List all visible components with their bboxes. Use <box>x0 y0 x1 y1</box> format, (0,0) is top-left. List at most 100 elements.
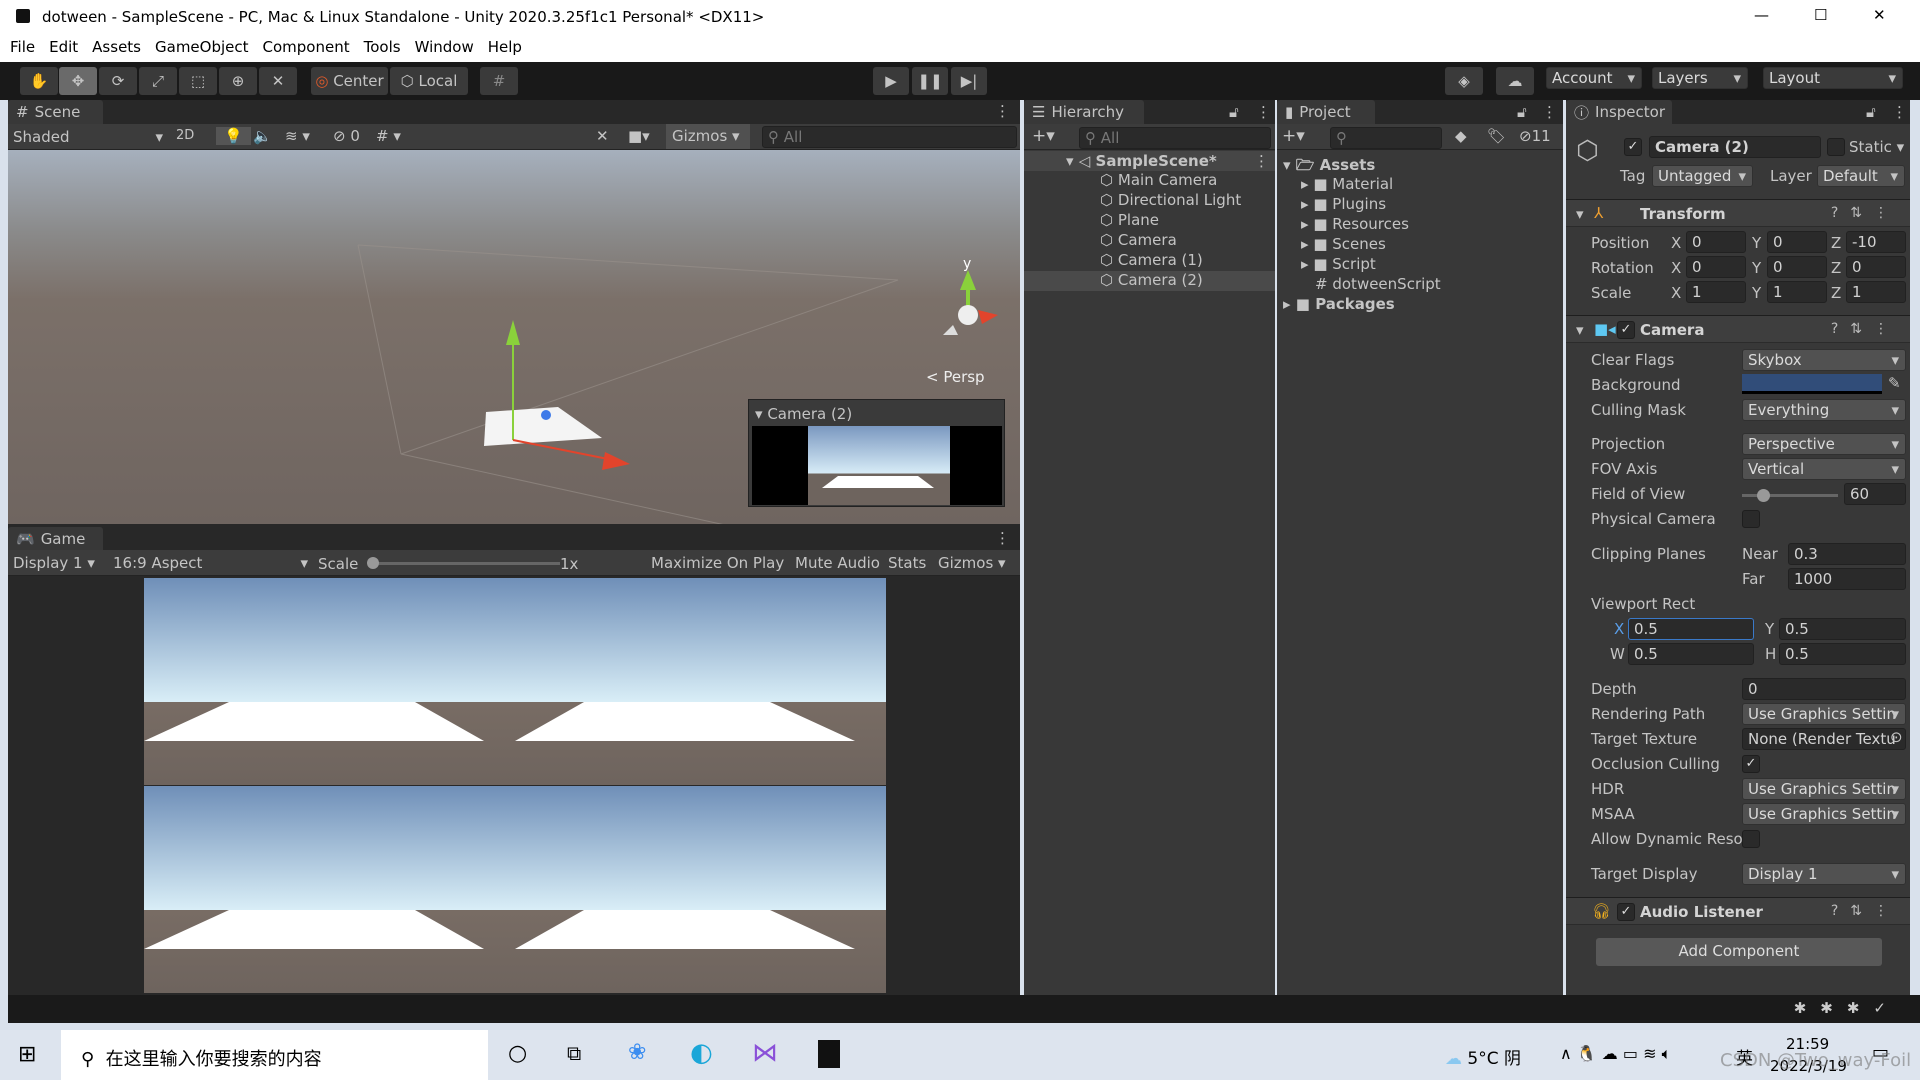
tree-item-assets[interactable]: ▾ 🗁︎ Assets <box>1277 155 1563 175</box>
unity-taskbar-icon[interactable] <box>818 1040 840 1068</box>
grid-snap-icon[interactable]: # <box>480 67 518 95</box>
create-button[interactable]: +▾ <box>1032 126 1055 146</box>
gameobject-cube-icon[interactable]: ⬡ <box>1576 136 1599 166</box>
debug-status-icons[interactable]: ✱✱✱✓ <box>1794 999 1900 1017</box>
component-help-settings-menu-icons[interactable]: ?⇅⋮ <box>1831 205 1900 221</box>
menu-help[interactable]: Help <box>488 38 522 56</box>
tag-dropdown[interactable]: Untagged <box>1652 165 1753 187</box>
menu-window[interactable]: Window <box>415 38 474 56</box>
cloud-icon[interactable]: ☁ <box>1496 67 1534 95</box>
lock-icon[interactable]: 🔓︎ <box>1517 103 1527 121</box>
list-item[interactable]: ⬡ Directional Light <box>1024 191 1275 211</box>
tab-inspector[interactable]: ⓘ Inspector <box>1566 100 1672 124</box>
camera-header[interactable]: ▾ ■◂ ✓ Camera ?⇅⋮ <box>1566 315 1910 343</box>
hidden-packages-icon[interactable]: ⊘11 <box>1519 127 1551 145</box>
filter-by-type-icon[interactable]: ◆ <box>1455 127 1467 145</box>
windows-start-icon[interactable]: ⊞ <box>18 1042 36 1067</box>
depth-input[interactable]: 0 <box>1742 678 1906 700</box>
move-tool-icon[interactable]: ✥ <box>59 67 97 95</box>
lighting-toggle-icon[interactable]: 💡 <box>216 127 251 145</box>
allow-dynamic-resolution-checkbox[interactable] <box>1742 830 1760 848</box>
fov-axis-dropdown[interactable]: Vertical <box>1742 458 1906 480</box>
rect-tool-icon[interactable]: ⬚ <box>179 67 217 95</box>
audio-toggle-icon[interactable]: 🔈 <box>253 127 272 145</box>
scene-menu-icon[interactable]: ⋮ <box>995 102 1010 120</box>
list-item-selected[interactable]: ⬡ Camera (2) <box>1024 271 1275 291</box>
play-button[interactable]: ▶ <box>873 67 909 95</box>
persp-label[interactable]: < Persp <box>926 368 985 386</box>
menu-component[interactable]: Component <box>263 38 350 56</box>
hierarchy-scene-row[interactable]: ▾ ◁ SampleScene* ⋮ <box>1024 151 1275 171</box>
2d-toggle[interactable]: 2D <box>176 128 194 143</box>
position-x-input[interactable]: 0 <box>1686 231 1746 253</box>
tab-hierarchy[interactable]: ☰ Hierarchy <box>1024 100 1144 124</box>
pause-button[interactable]: ❚❚ <box>912 67 948 95</box>
lock-icon[interactable]: 🔓︎ <box>1229 103 1239 121</box>
transform-tool-icon[interactable]: ⊕ <box>219 67 257 95</box>
task-view-icon[interactable]: ⧉ <box>567 1041 581 1065</box>
eyedropper-icon[interactable]: ✎ <box>1888 374 1901 392</box>
cortana-icon[interactable]: ○ <box>508 1041 527 1066</box>
baidu-netdisk-icon[interactable]: ❀ <box>628 1040 646 1065</box>
viewport-w-input[interactable]: 0.5 <box>1628 643 1754 665</box>
mute-audio-button[interactable]: Mute Audio <box>795 554 880 572</box>
menu-tools[interactable]: Tools <box>364 38 401 56</box>
scene-menu-icon[interactable]: ⋮ <box>1254 152 1269 170</box>
hidden-objects-icon[interactable]: ⊘ 0 <box>333 127 360 145</box>
position-z-input[interactable]: -10 <box>1846 231 1906 253</box>
tools-icon[interactable]: ✕ <box>596 127 609 145</box>
stats-button[interactable]: Stats <box>888 554 926 572</box>
layout-dropdown[interactable]: Layout <box>1763 67 1903 89</box>
tab-scene[interactable]: # Scene <box>8 100 103 124</box>
create-button[interactable]: +▾ <box>1282 126 1305 146</box>
object-name-input[interactable]: Camera (2) <box>1649 136 1821 158</box>
tree-item-folder[interactable]: ▸ ■ Scenes <box>1277 235 1563 255</box>
rotation-z-input[interactable]: 0 <box>1846 256 1906 278</box>
msaa-dropdown[interactable]: Use Graphics Settin <box>1742 803 1906 825</box>
orientation-gizmo[interactable] <box>943 270 998 335</box>
static-dropdown[interactable]: Static ▾ <box>1849 138 1904 156</box>
filter-by-label-icon[interactable]: 🏷︎ <box>1487 127 1506 145</box>
list-item[interactable]: ⬡ Main Camera <box>1024 171 1275 191</box>
aspect-dropdown[interactable]: 16:9 Aspect ▾ <box>113 554 308 572</box>
close-button[interactable]: ✕ <box>1873 6 1886 24</box>
z-axis-handle[interactable] <box>541 410 551 420</box>
rotation-x-input[interactable]: 0 <box>1686 256 1746 278</box>
camera-settings-icon[interactable]: ■▾ <box>628 127 650 145</box>
hand-tool-icon[interactable]: ✋ <box>20 67 58 95</box>
fov-input[interactable]: 60 <box>1844 483 1906 505</box>
clear-flags-dropdown[interactable]: Skybox <box>1742 349 1906 371</box>
list-item[interactable]: ⬡ Camera <box>1024 231 1275 251</box>
display-dropdown[interactable]: Display 1 ▾ <box>13 554 95 572</box>
object-picker-icon[interactable]: ⊙ <box>1890 728 1903 746</box>
component-help-settings-menu-icons[interactable]: ?⇅⋮ <box>1831 321 1900 337</box>
tree-item-packages[interactable]: ▸ ■ Packages <box>1277 295 1563 315</box>
tree-item-folder[interactable]: ▸ ■ Plugins <box>1277 195 1563 215</box>
static-checkbox[interactable] <box>1827 138 1845 156</box>
inspector-menu-icon[interactable]: ⋮ <box>1892 103 1907 121</box>
projection-dropdown[interactable]: Perspective <box>1742 433 1906 455</box>
gizmos-button[interactable]: Gizmos ▾ <box>938 554 1006 572</box>
scale-slider[interactable] <box>367 557 560 569</box>
layers-dropdown[interactable]: Layers <box>1652 67 1748 89</box>
edge-icon[interactable]: ◐ <box>690 1038 713 1068</box>
maximize-button[interactable]: ☐ <box>1814 6 1827 24</box>
menu-file[interactable]: File <box>10 38 35 56</box>
audio-listener-checkbox[interactable]: ✓ <box>1617 903 1635 921</box>
rotation-y-input[interactable]: 0 <box>1767 256 1827 278</box>
y-arrow[interactable] <box>506 320 520 345</box>
transform-header[interactable]: ▾ ⅄ Transform ?⇅⋮ <box>1566 199 1910 227</box>
tree-item-folder[interactable]: ▸ ■ Script <box>1277 255 1563 275</box>
list-item[interactable]: ⬡ Camera (1) <box>1024 251 1275 271</box>
background-color-swatch[interactable] <box>1742 374 1882 394</box>
list-item[interactable]: ⬡ Plane <box>1024 211 1275 231</box>
target-display-dropdown[interactable]: Display 1 <box>1742 863 1906 885</box>
tab-game[interactable]: 🎮 Game <box>8 527 103 551</box>
occlusion-culling-checkbox[interactable]: ✓ <box>1742 755 1760 773</box>
grid-toggle-icon[interactable]: # ▾ <box>376 127 401 145</box>
visual-studio-icon[interactable]: ⋈ <box>752 1038 778 1068</box>
scene-viewport[interactable]: y < Persp ▾ Camera (2) <box>8 150 1020 531</box>
hierarchy-search-input[interactable]: ⚲ All <box>1079 127 1271 149</box>
near-input[interactable]: 0.3 <box>1788 543 1906 565</box>
rendering-path-dropdown[interactable]: Use Graphics Settin <box>1742 703 1906 725</box>
